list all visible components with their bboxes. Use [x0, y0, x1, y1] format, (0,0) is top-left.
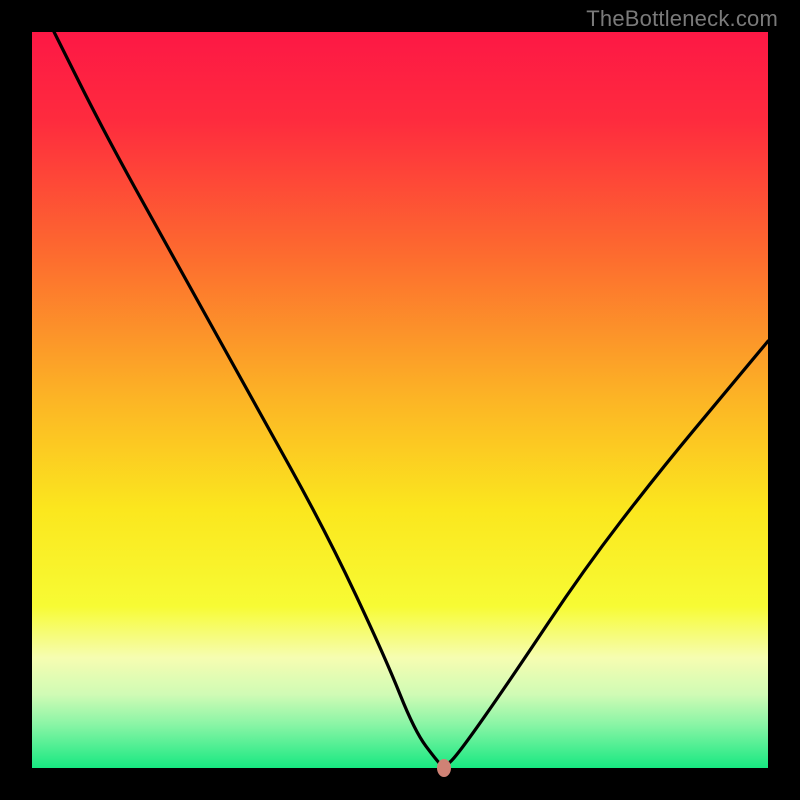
- bottleneck-curve: [32, 32, 768, 768]
- chart-frame: [32, 32, 768, 768]
- marker-dot: [437, 759, 451, 777]
- watermark-text: TheBottleneck.com: [586, 6, 778, 32]
